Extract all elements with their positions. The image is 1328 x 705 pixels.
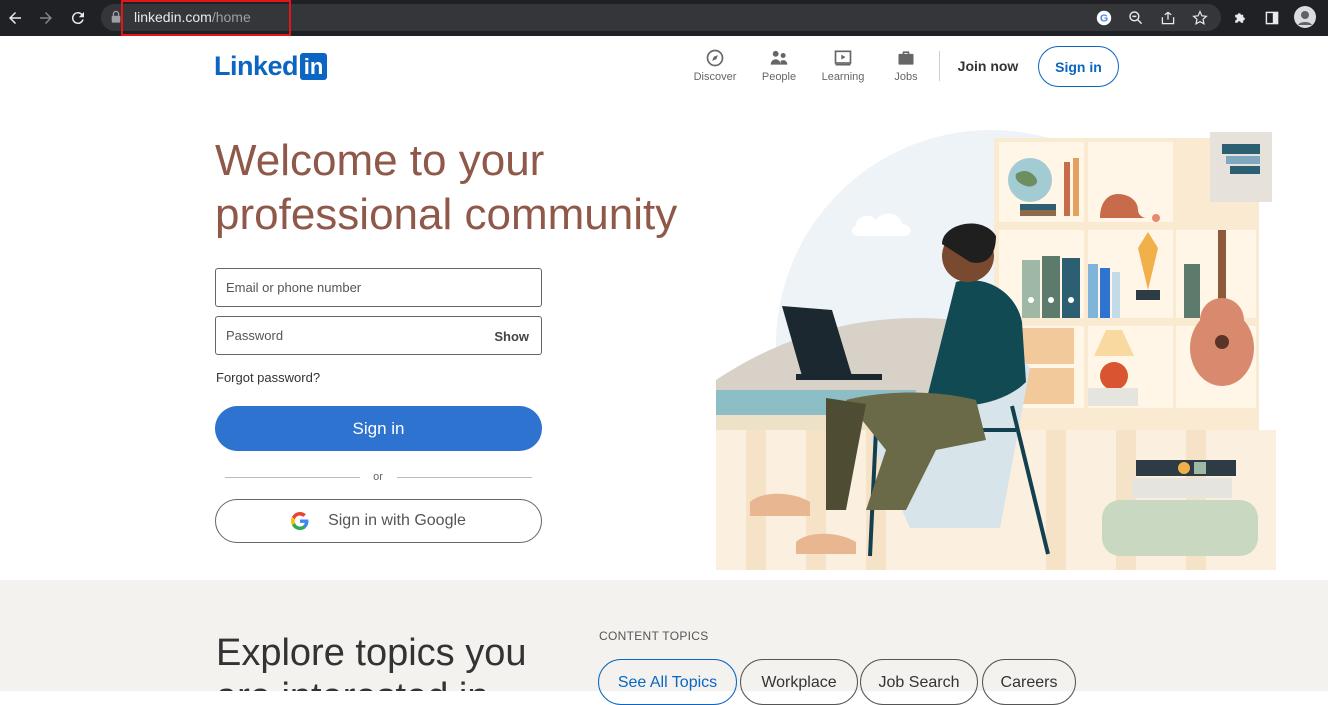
learning-icon xyxy=(813,47,873,69)
books xyxy=(1088,264,1098,318)
hero-illustration xyxy=(716,130,1276,570)
back-icon[interactable] xyxy=(4,7,26,29)
binders xyxy=(1022,260,1040,318)
nav-discover[interactable]: Discover xyxy=(685,47,745,83)
compass-icon xyxy=(685,47,745,69)
forward-icon[interactable] xyxy=(35,7,57,29)
ottoman xyxy=(1102,500,1258,556)
email-input[interactable] xyxy=(216,269,541,306)
nav-jobs[interactable]: Jobs xyxy=(876,47,936,83)
topic-pill-see-all[interactable]: See All Topics xyxy=(598,659,737,705)
password-input[interactable] xyxy=(216,317,541,354)
hero-title-line-1: Welcome to your xyxy=(215,136,545,185)
share-icon[interactable] xyxy=(1158,8,1178,28)
explore-heading: Explore topics you xyxy=(216,632,527,674)
hero-title: Welcome to your professional community xyxy=(215,134,685,242)
or-divider-left xyxy=(225,477,360,478)
profile-avatar-icon[interactable] xyxy=(1294,6,1316,28)
reload-icon[interactable] xyxy=(67,7,89,29)
explore-heading-line-2: are interested in xyxy=(216,676,489,691)
or-divider-right xyxy=(397,477,532,478)
people-icon xyxy=(749,47,809,69)
drawers xyxy=(1022,328,1074,364)
browser-toolbar: linkedin.com/home G xyxy=(0,0,1328,36)
sign-in-with-google-button[interactable]: Sign in with Google xyxy=(215,499,542,543)
side-panel-icon[interactable] xyxy=(1262,8,1282,28)
topic-pill-careers[interactable]: Careers xyxy=(982,659,1076,705)
svg-text:G: G xyxy=(1100,14,1108,25)
google-button-label: Sign in with Google xyxy=(328,512,466,529)
star-icon[interactable] xyxy=(1190,8,1210,28)
google-g-icon xyxy=(291,512,309,530)
sign-in-button[interactable]: Sign in xyxy=(215,406,542,451)
zoom-icon[interactable] xyxy=(1126,8,1146,28)
url-highlight-box xyxy=(121,0,291,36)
extensions-icon[interactable] xyxy=(1230,8,1250,28)
topic-pill-job-search[interactable]: Job Search xyxy=(860,659,978,705)
header-divider xyxy=(939,51,940,81)
hero-title-line-2: professional community xyxy=(215,190,678,239)
show-password-button[interactable]: Show xyxy=(494,329,529,344)
forgot-password-link[interactable]: Forgot password? xyxy=(216,370,320,385)
password-field[interactable]: Show xyxy=(215,316,542,355)
join-now-link[interactable]: Join now xyxy=(950,58,1026,78)
google-lens-icon[interactable]: G xyxy=(1094,8,1114,28)
linkedin-logo[interactable]: Linked in xyxy=(214,51,328,82)
header-sign-in-button[interactable]: Sign in xyxy=(1038,46,1119,87)
content-topics-label: CONTENT TOPICS xyxy=(599,629,709,643)
email-field[interactable] xyxy=(215,268,542,307)
nav-learning[interactable]: Learning xyxy=(813,47,873,83)
nav-people[interactable]: People xyxy=(749,47,809,83)
topic-pill-workplace[interactable]: Workplace xyxy=(740,659,858,705)
briefcase-icon xyxy=(876,47,936,69)
or-text: or xyxy=(373,471,383,483)
